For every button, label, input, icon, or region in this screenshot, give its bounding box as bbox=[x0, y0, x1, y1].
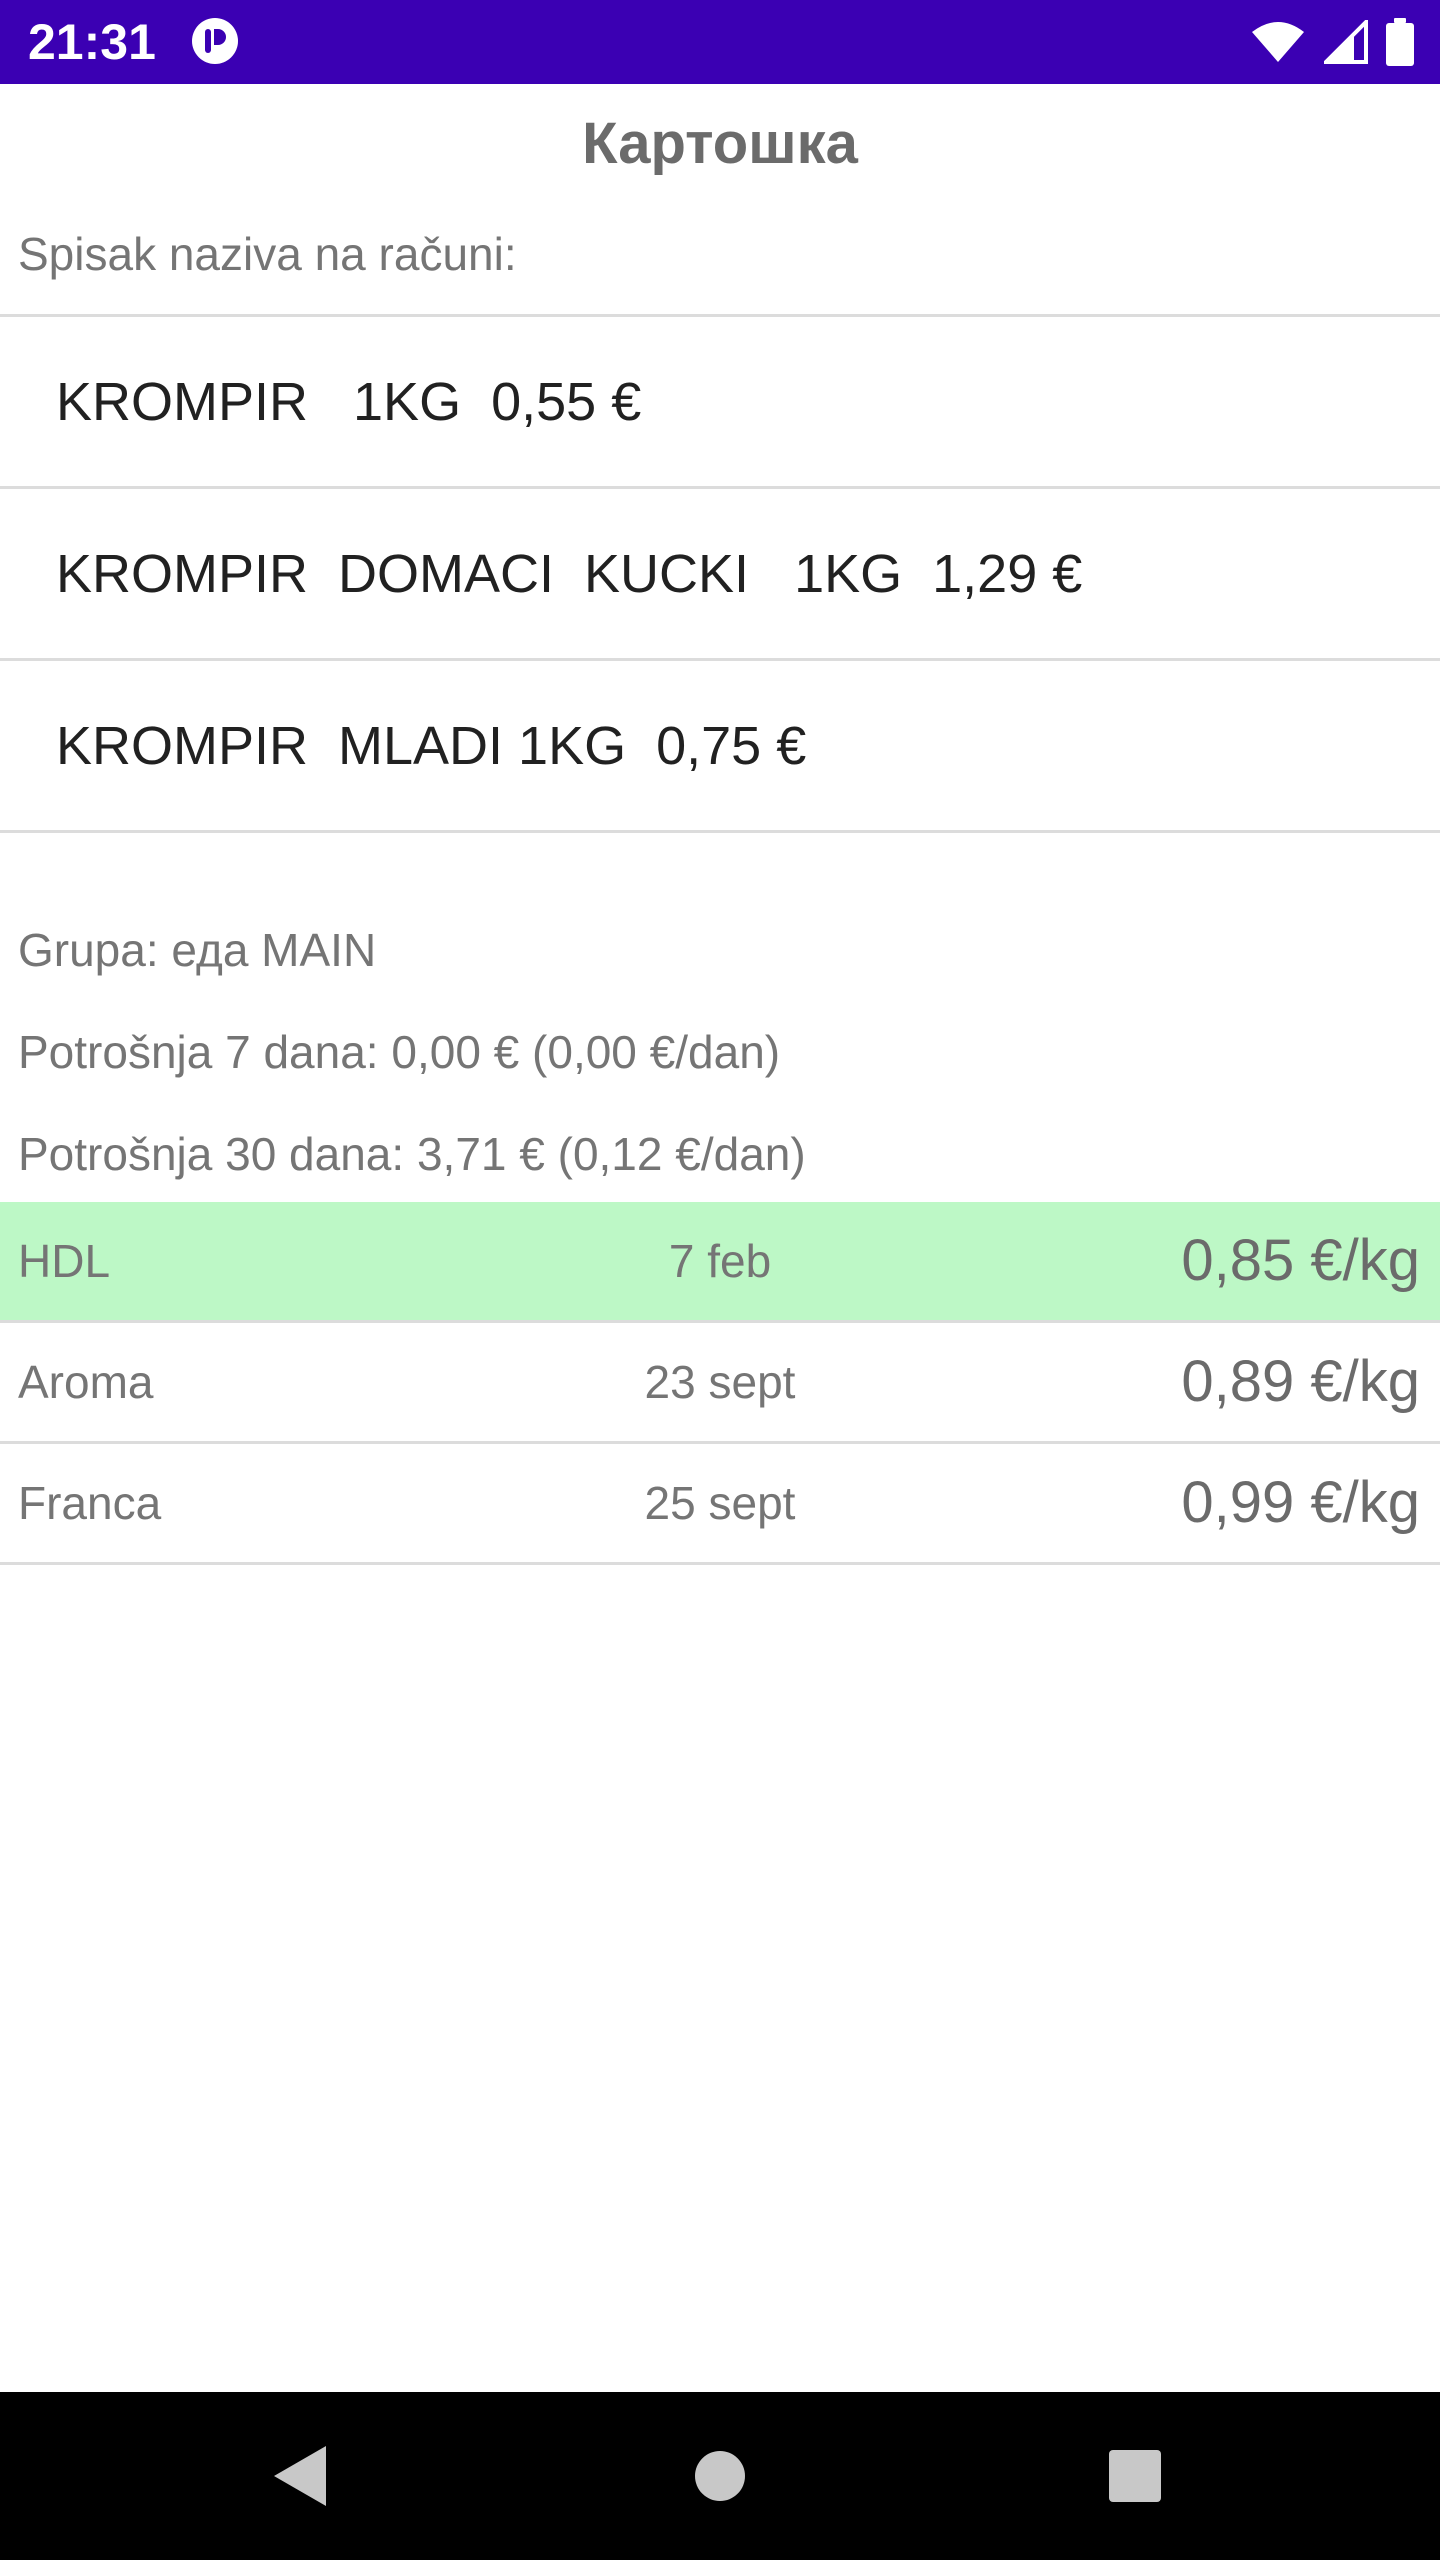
store-name: Aroma bbox=[18, 1356, 154, 1408]
app-notification-icon bbox=[192, 18, 238, 64]
cellular-signal-icon bbox=[1324, 20, 1368, 64]
spend-30-days-text: Potrošnja 30 dana: 3,71 € (0,12 €/dan) bbox=[18, 1128, 806, 1180]
list-item[interactable]: KROMPIR 1KG 0,55 € bbox=[0, 317, 1440, 489]
receipt-names-list: KROMPIR 1KG 0,55 € KROMPIR DOMACI KUCKI … bbox=[0, 314, 1440, 833]
recents-icon bbox=[1109, 2450, 1161, 2502]
receipt-names-label: Spisak naziva na računi: bbox=[18, 228, 517, 280]
group-text: Grupa: еда MAIN bbox=[18, 924, 377, 976]
store-name: Franca bbox=[18, 1477, 162, 1529]
price-table: HDL 7 feb 0,85 €/kg Aroma 23 sept 0,89 €… bbox=[0, 1202, 1440, 1565]
table-row[interactable]: Aroma 23 sept 0,89 €/kg bbox=[0, 1323, 1440, 1444]
wifi-icon bbox=[1252, 22, 1304, 62]
navigation-bar bbox=[0, 2392, 1440, 2560]
receipt-item-text: KROMPIR MLADI 1KG 0,75 € bbox=[56, 715, 807, 776]
receipt-item-text: KROMPIR 1KG 0,55 € bbox=[56, 371, 642, 432]
receipt-item-text: KROMPIR DOMACI KUCKI 1KG 1,29 € bbox=[56, 543, 1083, 604]
status-icons bbox=[1250, 16, 1414, 68]
table-row[interactable]: HDL 7 feb 0,85 €/kg bbox=[0, 1202, 1440, 1323]
price-date: 23 sept bbox=[644, 1356, 796, 1408]
price-date: 25 sept bbox=[644, 1477, 796, 1529]
home-button[interactable] bbox=[670, 2426, 770, 2526]
home-icon bbox=[695, 2451, 745, 2501]
status-time: 21:31 bbox=[28, 14, 156, 70]
list-item[interactable]: KROMPIR MLADI 1KG 0,75 € bbox=[0, 661, 1440, 833]
recents-button[interactable] bbox=[1085, 2426, 1185, 2526]
list-item[interactable]: KROMPIR DOMACI KUCKI 1KG 1,29 € bbox=[0, 489, 1440, 661]
battery-icon bbox=[1386, 18, 1414, 66]
store-name: HDL bbox=[18, 1235, 111, 1287]
unit-price: 0,99 €/kg bbox=[1181, 1470, 1420, 1535]
unit-price: 0,85 €/kg bbox=[1181, 1228, 1420, 1293]
page-title: Картошка bbox=[582, 111, 858, 176]
spend-7-days-text: Potrošnja 7 dana: 0,00 € (0,00 €/dan) bbox=[18, 1026, 781, 1078]
back-icon bbox=[274, 2446, 326, 2506]
table-row[interactable]: Franca 25 sept 0,99 €/kg bbox=[0, 1444, 1440, 1565]
status-bar: 21:31 bbox=[0, 0, 1440, 84]
back-button[interactable] bbox=[250, 2426, 350, 2526]
unit-price: 0,89 €/kg bbox=[1181, 1349, 1420, 1414]
price-date: 7 feb bbox=[668, 1235, 772, 1287]
